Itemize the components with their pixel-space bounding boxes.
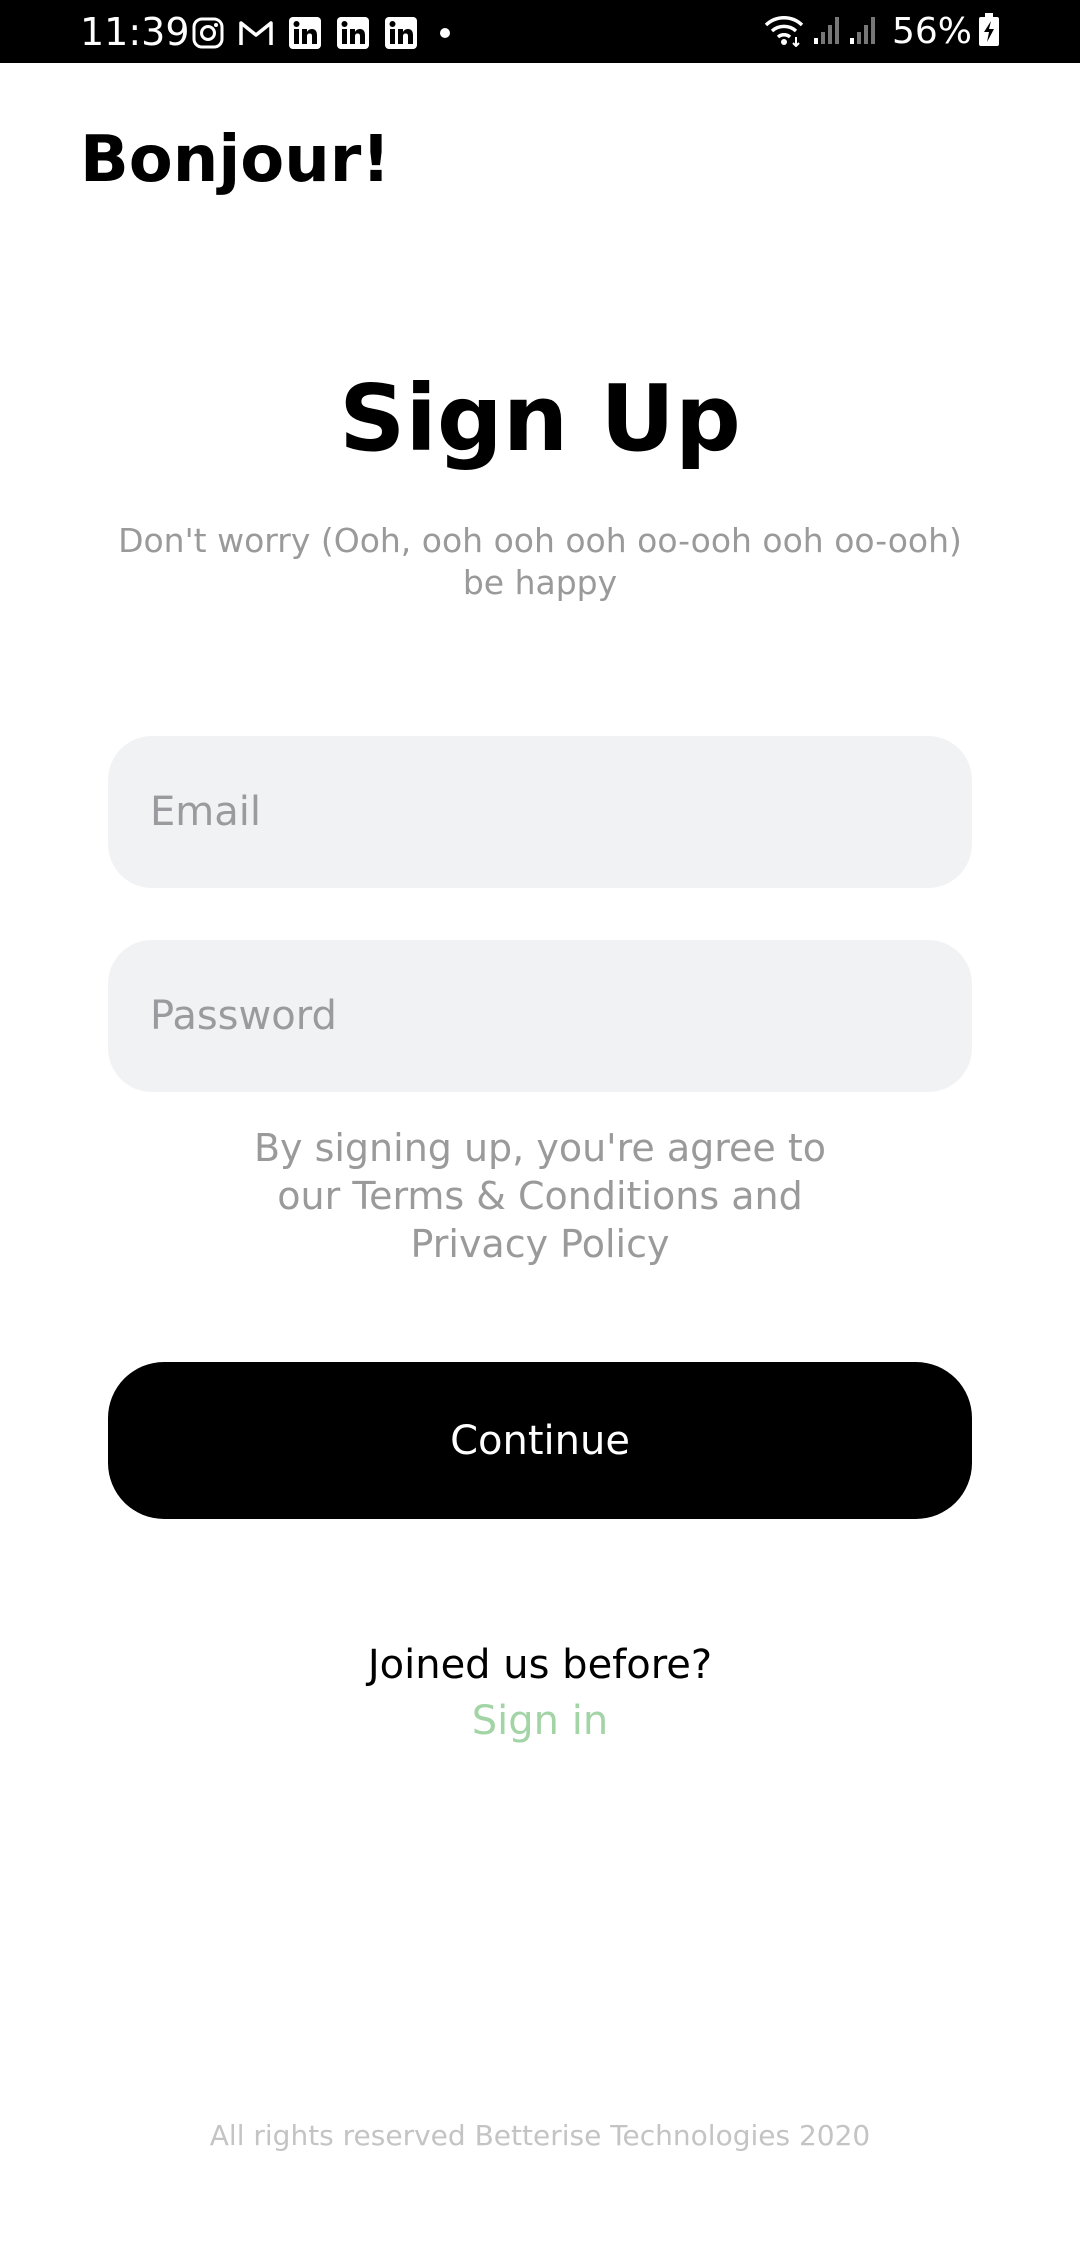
- status-time: 11:39: [80, 10, 190, 54]
- dot-icon: [440, 28, 450, 38]
- wifi-icon: [762, 13, 806, 51]
- password-input[interactable]: [148, 992, 912, 1040]
- email-input[interactable]: [148, 788, 912, 836]
- linkedin-icon: [336, 16, 370, 50]
- battery-charging-icon: [978, 13, 1000, 51]
- password-field[interactable]: [108, 940, 972, 1092]
- signup-screen: 11:39 56% Bonjour! Sign Up Don't worry (…: [0, 0, 1080, 2249]
- linkedin-icon: [288, 16, 322, 50]
- signal-icon: [848, 14, 878, 50]
- terms-text: By signing up, you're agree to our Terms…: [253, 1126, 827, 1266]
- sign-in-link[interactable]: Sign in: [440, 1696, 640, 1746]
- email-field[interactable]: [108, 736, 972, 888]
- footer-copyright: All rights reserved Betterise Technologi…: [209, 2119, 871, 2152]
- status-bar: 11:39 56%: [0, 0, 1080, 63]
- greeting-title: Bonjour!: [80, 123, 391, 197]
- system-indicators: 56%: [762, 11, 1000, 52]
- continue-button[interactable]: Continue: [108, 1362, 972, 1519]
- gmail-icon: [238, 18, 274, 48]
- instagram-icon: [192, 17, 224, 49]
- signal-icon: [812, 14, 842, 50]
- page-subtitle: Don't worry (Ooh, ooh ooh ooh oo-ooh ooh…: [118, 521, 962, 602]
- joined-before-text: Joined us before?: [367, 1642, 713, 1688]
- linkedin-icon: [384, 16, 418, 50]
- battery-percent: 56%: [891, 11, 972, 52]
- notification-icons: [192, 16, 450, 50]
- page-title: Sign Up: [339, 365, 741, 472]
